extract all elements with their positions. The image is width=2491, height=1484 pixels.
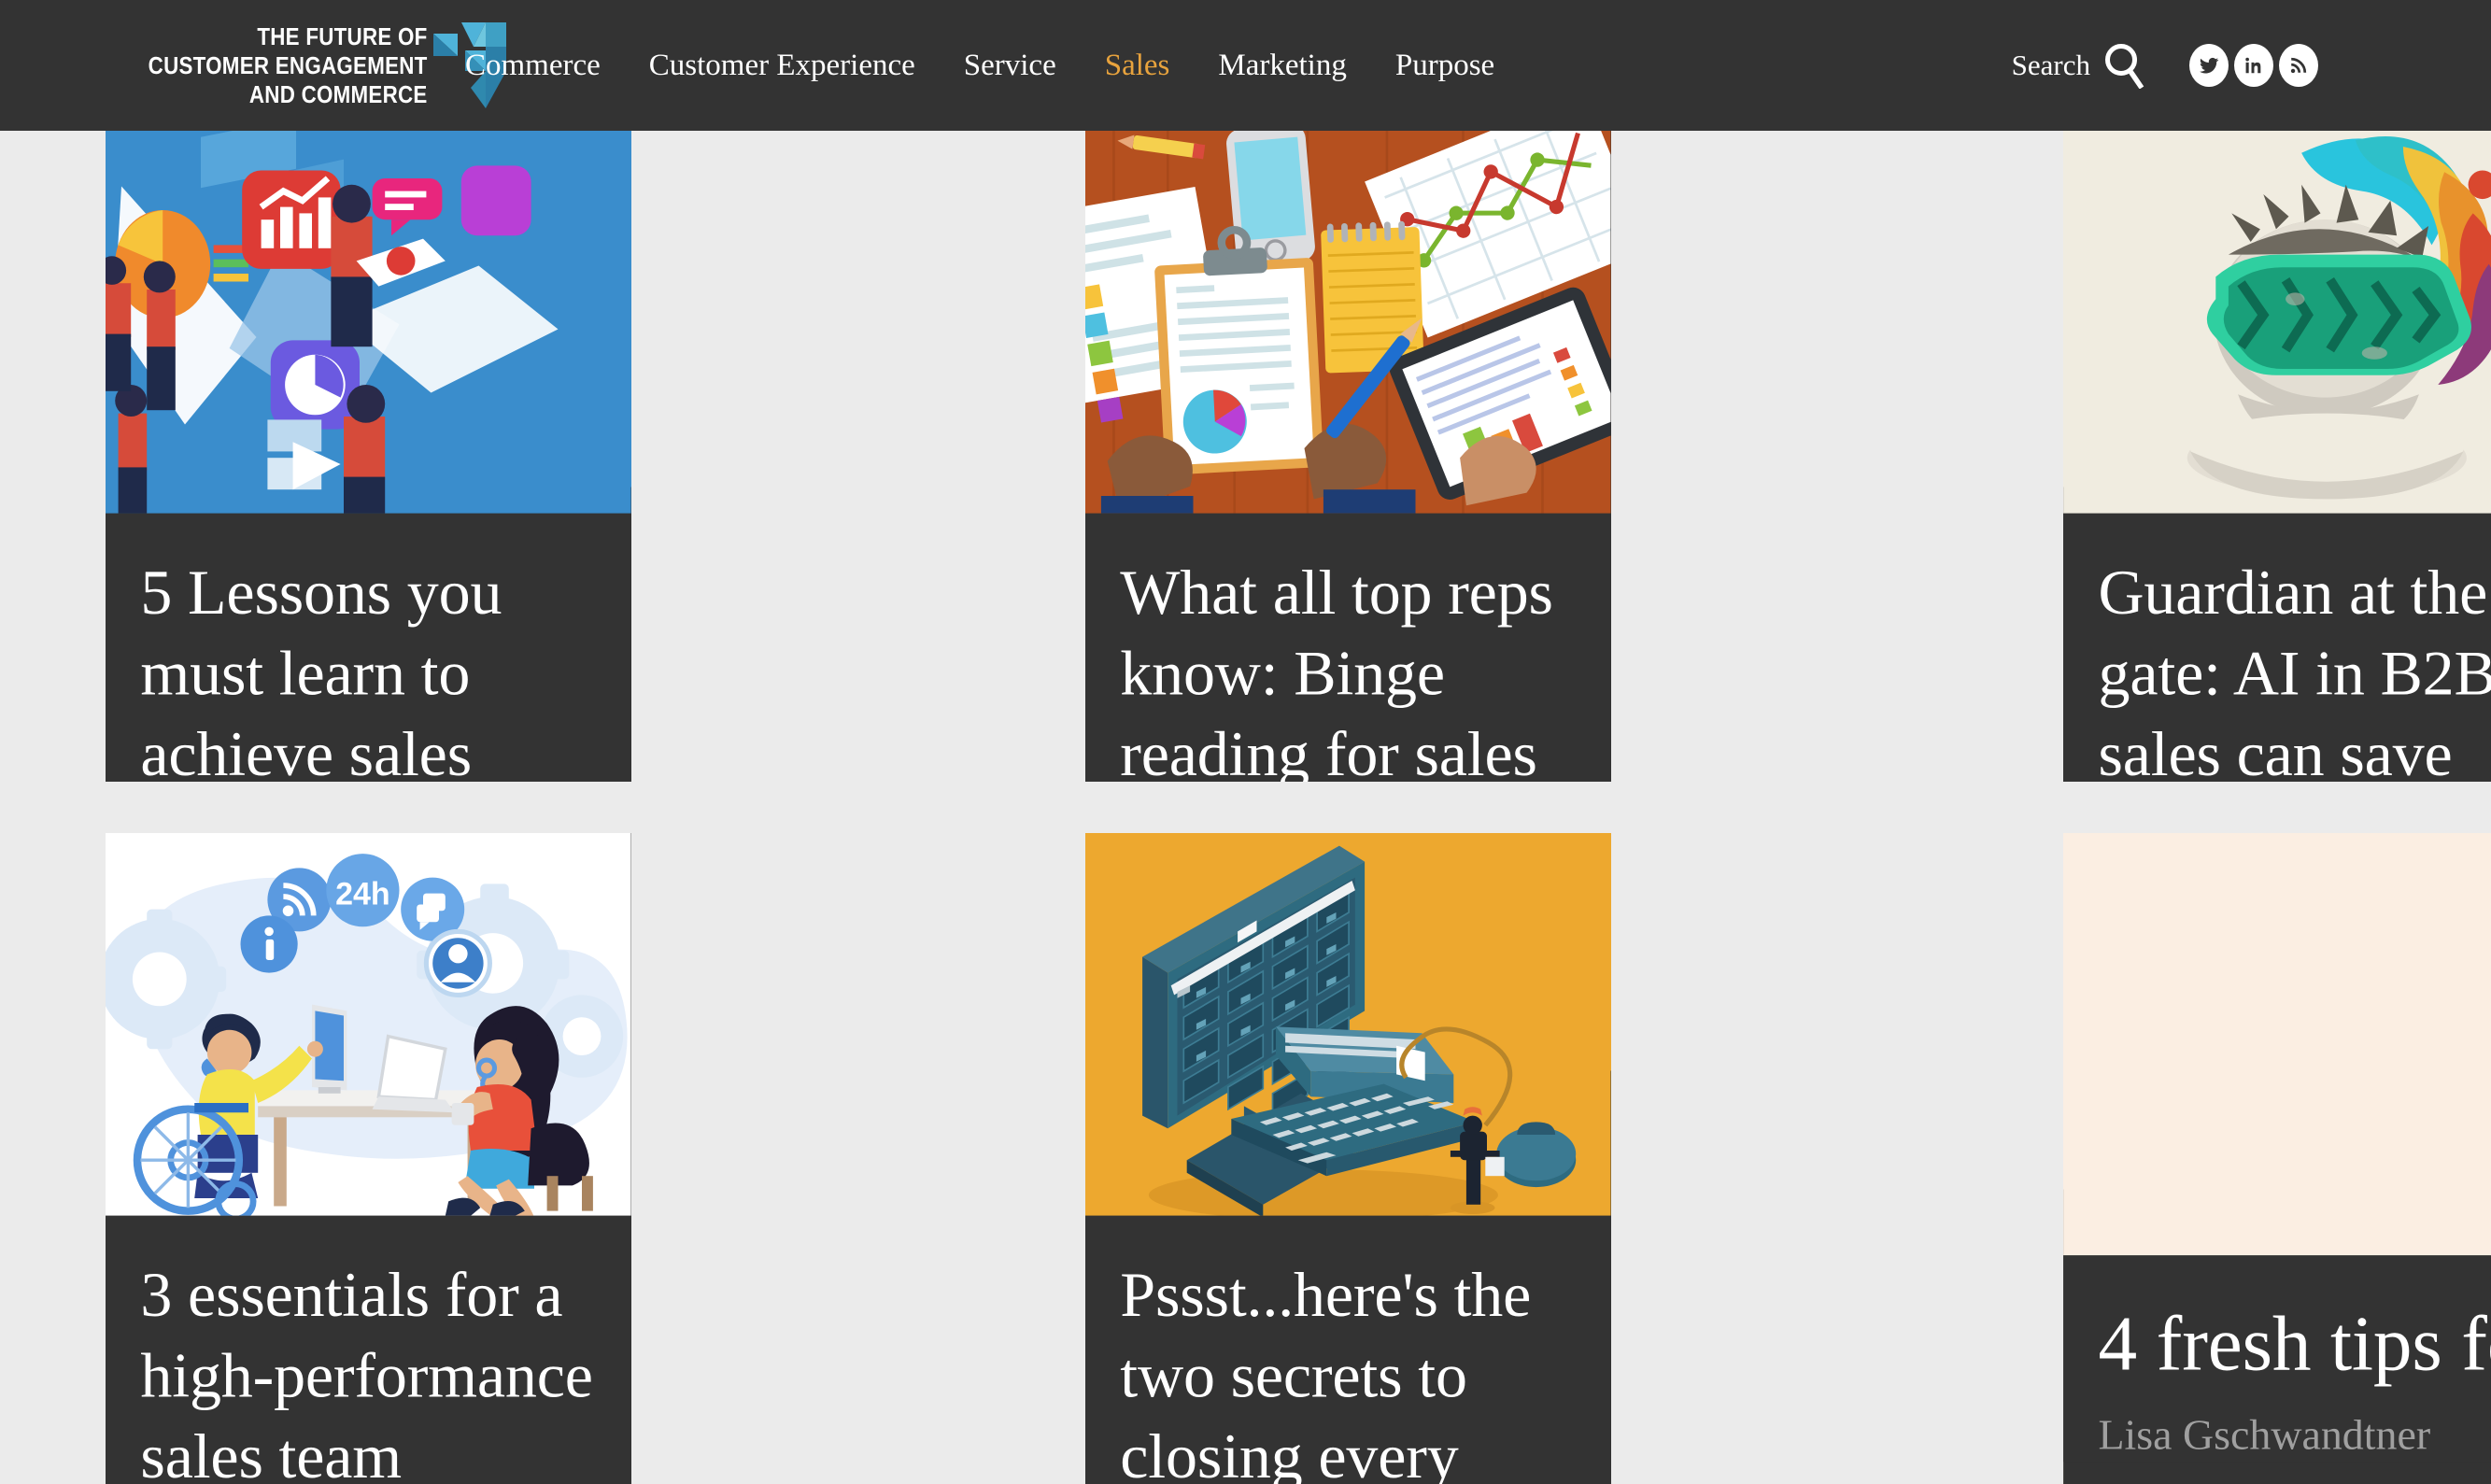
logo-line-3: AND COMMERCE [149,80,428,109]
logo-line-1: THE FUTURE OF [149,22,428,51]
search-button[interactable]: Search [2012,42,2144,89]
svg-text:24h: 24h [335,877,390,912]
card-image [2063,131,2491,514]
knight-helmet-ai-illustration [2063,131,2491,514]
card-image [1085,833,1611,1216]
article-card[interactable]: 4 fresh tips for optimal weekly sales me… [2063,833,2491,1484]
card-body: 4 fresh tips for optimal weekly sales me… [2063,1255,2491,1462]
header-utilities: Search [2012,0,2491,131]
support-agents-service-illustration: 24h [106,833,631,1216]
card-body: 5 Lessons you must learn to achieve sale… [106,514,631,782]
nav-item-sales[interactable]: Sales [1105,47,1170,84]
twitter-icon[interactable] [2189,44,2229,87]
nav-item-commerce[interactable]: Commerce [465,47,601,84]
article-card[interactable]: 24h [106,833,631,1484]
rss-icon[interactable] [2279,44,2318,87]
desk-workspace-illustration [1085,131,1611,514]
card-title: Guardian at the gate: AI in B2B sales ca… [2099,552,2491,783]
logo-line-2: CUSTOMER ENGAGEMENT [149,51,428,80]
social-links [2189,44,2318,87]
nav-item-marketing[interactable]: Marketing [1218,47,1346,84]
card-author: Lisa Gschwandtner [2099,1407,2491,1462]
article-card[interactable]: Guardian at the gate: AI in B2B sales ca… [2063,131,2491,782]
card-title: What all top reps know: Binge reading fo… [1120,552,1576,783]
card-body: What all top reps know: Binge reading fo… [1085,514,1611,782]
team-meeting-illustration [2063,833,2491,1255]
article-card[interactable]: What all top reps know: Binge reading fo… [1085,131,1611,782]
card-title: 4 fresh tips for optimal weekly sales me… [2099,1293,2491,1393]
logo-wordmark: THE FUTURE OF CUSTOMER ENGAGEMENT AND CO… [149,22,428,109]
nav-item-customer-experience[interactable]: Customer Experience [649,47,915,84]
main-navigation: Commerce Customer Experience Service Sal… [465,0,1494,131]
article-card[interactable]: Pssst...here's the two secrets to closin… [1085,833,1611,1484]
card-image [1085,131,1611,514]
nav-item-service[interactable]: Service [964,47,1056,84]
card-image [106,131,631,514]
linkedin-icon[interactable] [2234,44,2273,87]
card-title: 3 essentials for a high-performance sale… [140,1254,596,1484]
site-logo[interactable]: THE FUTURE OF CUSTOMER ENGAGEMENT AND CO… [103,14,430,117]
card-image [2063,833,2491,1255]
search-icon [2103,42,2144,89]
search-label: Search [2012,48,2090,83]
nav-item-purpose[interactable]: Purpose [1395,47,1494,84]
monitor-filing-cabinet-illustration [1085,833,1611,1216]
card-title: 5 Lessons you must learn to achieve sale… [140,552,596,783]
card-image: 24h [106,833,631,1216]
site-header: THE FUTURE OF CUSTOMER ENGAGEMENT AND CO… [0,0,2491,131]
article-card[interactable]: 5 Lessons you must learn to achieve sale… [106,131,631,782]
card-body: Guardian at the gate: AI in B2B sales ca… [2063,514,2491,782]
card-title: Pssst...here's the two secrets to closin… [1120,1254,1576,1484]
isometric-sales-chart-illustration [106,131,631,514]
